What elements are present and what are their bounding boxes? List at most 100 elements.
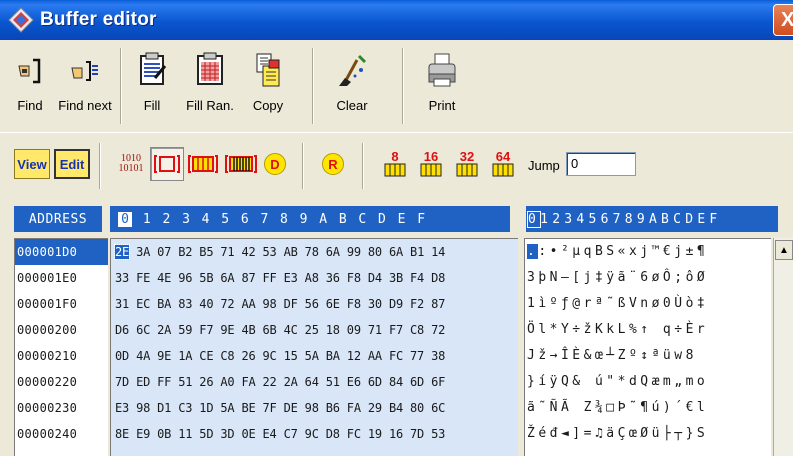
ascii-row[interactable]: .:•²µqBS«xj™€j±¶ xyxy=(525,239,771,265)
hex-column-header: C xyxy=(358,211,367,227)
fill-button[interactable]: Fill xyxy=(126,48,178,124)
bits-32-icon xyxy=(456,163,478,177)
ascii-row[interactable]: Žéđ◄]=♫äÇœØü├┬}S xyxy=(525,421,771,447)
address-cell[interactable]: 00000200 xyxy=(15,317,108,343)
find-button[interactable]: Find xyxy=(4,48,56,124)
ascii-pane[interactable]: .:•²µqBS«xj™€j±¶ 3þN–[j‡ÿã¨6øÔ;ôØ 1ìºƒ@r… xyxy=(524,238,771,456)
ascii-row[interactable]: ã˜ÑÃ Z¾□Þ˜¶ú)´€l xyxy=(525,395,771,421)
ascii-row[interactable]: 1ìºƒ@rª˜ßVnø0Ùò‡ xyxy=(525,291,771,317)
binary-mode-button[interactable]: 1010 10101 xyxy=(114,147,148,181)
hex-row[interactable]: 0D 4A 9E 1A CE C8 26 9C 15 5A BA 12 AA F… xyxy=(111,343,518,369)
address-cell[interactable]: 000001D0 xyxy=(15,239,108,265)
byte-width-1-button[interactable] xyxy=(150,147,184,181)
hex-row[interactable]: 33 FE 4E 96 5B 6A 87 FF E3 A8 36 F8 D4 3… xyxy=(111,265,518,291)
bits-64-button[interactable]: 64 xyxy=(486,147,520,181)
ascii-column-header: 4 xyxy=(576,211,585,227)
hex-column-header: 2 xyxy=(162,211,171,227)
hex-column-header: 9 xyxy=(299,211,308,227)
hex-row[interactable]: D6 6C 2A 59 F7 9E 4B 6B 4C 25 18 09 71 F… xyxy=(111,317,518,343)
byte-width-4-button[interactable] xyxy=(224,147,258,181)
address-cell[interactable]: 00000210 xyxy=(15,343,108,369)
ascii-row[interactable]: 3þN–[j‡ÿã¨6øÔ;ôØ xyxy=(525,265,771,291)
address-cell[interactable]: 000001F0 xyxy=(15,291,108,317)
ascii-column-header: 7 xyxy=(612,211,621,227)
ascii-column-header: D xyxy=(685,211,694,227)
print-icon xyxy=(428,53,456,87)
fill-label: Fill xyxy=(143,98,161,113)
decimal-label: D xyxy=(264,153,286,175)
ascii-row[interactable]: }íÿQ& ú"*dQæm„mo xyxy=(525,369,771,395)
hex-row[interactable]: 31 EC BA 83 40 72 AA 98 DF 56 6E F8 30 D… xyxy=(111,291,518,317)
copy-icon xyxy=(256,53,280,87)
hex-row[interactable]: E3 98 D1 C3 1D 5A BE 7F DE 98 B6 FA 29 B… xyxy=(111,395,518,421)
hex-row[interactable]: 7D ED FF 51 26 A0 FA 22 2A 64 51 E6 6D 8… xyxy=(111,369,518,395)
ascii-column-header: 5 xyxy=(588,211,597,227)
hex-column-header: 7 xyxy=(260,211,269,227)
bits-32-button[interactable]: 32 xyxy=(450,147,484,181)
clear-label: Clear xyxy=(336,98,368,113)
ascii-column-header: 6 xyxy=(600,211,609,227)
jump-label: Jump xyxy=(528,158,560,173)
hex-column-header: 1 xyxy=(142,211,151,227)
address-cell[interactable]: 000001E0 xyxy=(15,265,108,291)
bits-8-label: 8 xyxy=(391,149,399,164)
bits-8-button[interactable]: 8 xyxy=(378,147,412,181)
ascii-row[interactable]: Jž→ÎÈ&œ┴Zº↕ªüw8 xyxy=(525,343,771,369)
hex-column-header: 5 xyxy=(221,211,230,227)
address-header: ADDRESS xyxy=(14,206,102,232)
ascii-column-header: 3 xyxy=(564,211,573,227)
four-byte-icon xyxy=(225,155,257,173)
hex-pane[interactable]: 2E 3A 07 B2 B5 71 42 53 AB 78 6A 99 80 6… xyxy=(110,238,518,456)
edit-button[interactable]: Edit xyxy=(54,149,90,179)
find-next-button[interactable]: Find next xyxy=(56,48,114,124)
ascii-row[interactable]: Öl*Y÷žKkL%↑ q÷Èr xyxy=(525,317,771,343)
address-cell[interactable]: 00000230 xyxy=(15,395,108,421)
fill-random-icon xyxy=(197,52,223,85)
ascii-column-header: 8 xyxy=(624,211,633,227)
one-byte-icon xyxy=(154,155,180,173)
close-button[interactable]: X xyxy=(773,4,793,36)
decimal-mode-button[interactable]: D xyxy=(258,147,292,181)
vertical-scrollbar[interactable]: ▲ xyxy=(773,238,793,456)
ascii-cursor-cell[interactable]: . xyxy=(527,244,539,259)
hex-column-header: 8 xyxy=(280,211,288,227)
hex-column-header: 0 xyxy=(118,211,132,227)
address-cell[interactable]: 00000220 xyxy=(15,369,108,395)
address-pane: 000001D0 000001E0 000001F0 00000200 0000… xyxy=(14,238,108,456)
print-label: Print xyxy=(428,98,456,113)
scroll-up-arrow-icon[interactable]: ▲ xyxy=(775,240,793,260)
hex-column-header: D xyxy=(378,211,386,227)
toolbar-separator xyxy=(312,48,314,124)
title-bar: Buffer editor X xyxy=(0,0,793,40)
print-button[interactable]: Print xyxy=(416,48,468,124)
bits-16-button[interactable]: 16 xyxy=(414,147,448,181)
main-toolbar: Find Find next Fill Fill Ran. Copy Clear… xyxy=(0,40,793,132)
reset-button[interactable]: R xyxy=(316,147,350,181)
toolbar-separator xyxy=(99,143,101,189)
copy-label: Copy xyxy=(252,98,284,113)
byte-width-2-button[interactable] xyxy=(186,147,220,181)
hex-row[interactable]: 2E 3A 07 B2 B5 71 42 53 AB 78 6A 99 80 6… xyxy=(111,239,518,265)
find-next-label: Find next xyxy=(58,98,112,113)
toolbar-separator xyxy=(362,143,364,189)
window-title: Buffer editor xyxy=(40,9,157,30)
ascii-column-header: 9 xyxy=(636,211,645,227)
hex-row[interactable]: 8E E9 0B 11 5D 3D 0E E4 C7 9C D8 FC 19 1… xyxy=(111,421,518,447)
hex-column-header: A xyxy=(319,211,328,227)
hex-cursor-cell[interactable]: 2E xyxy=(113,244,131,260)
copy-button[interactable]: Copy xyxy=(242,48,294,124)
two-byte-icon xyxy=(188,155,218,173)
ascii-column-header: B xyxy=(661,211,669,227)
view-toolbar: View Edit 1010 10101 D R 8 16 32 64 Jump… xyxy=(0,132,793,198)
hex-column-header: B xyxy=(338,211,347,227)
ascii-column-header: E xyxy=(697,211,706,227)
ascii-column-header: A xyxy=(648,211,657,227)
ascii-header: 0123456789ABCDEF xyxy=(526,206,778,232)
clear-button[interactable]: Clear xyxy=(326,48,378,124)
view-button[interactable]: View xyxy=(14,149,50,179)
jump-input[interactable]: 0 xyxy=(566,152,636,176)
clear-icon xyxy=(339,54,367,86)
fill-random-button[interactable]: Fill Ran. xyxy=(178,48,242,124)
address-cell[interactable]: 00000240 xyxy=(15,421,108,447)
hex-column-header: 4 xyxy=(201,211,210,227)
